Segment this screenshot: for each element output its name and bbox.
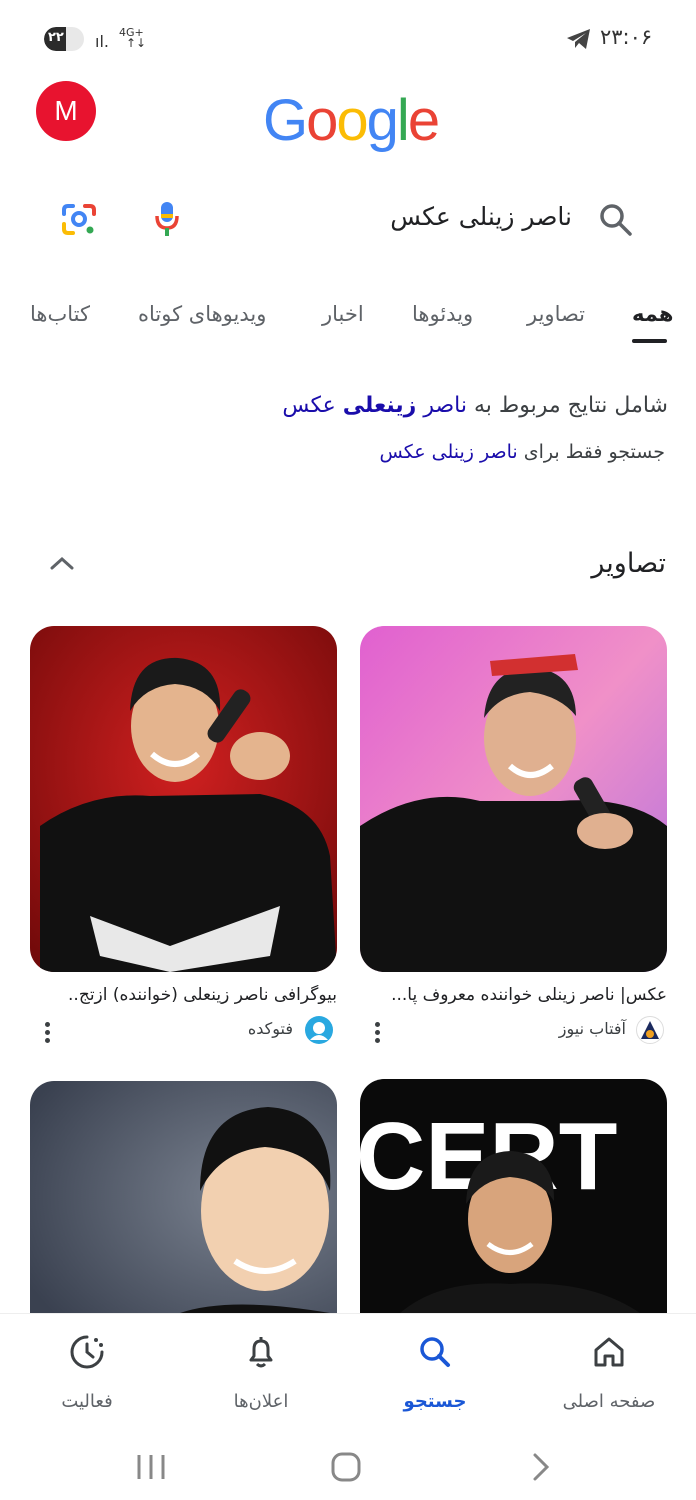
telegram-icon (566, 28, 592, 54)
signal-icon: ıl. (95, 32, 109, 51)
logo-letter: o (306, 88, 338, 153)
correction-prefix: شامل نتایج مربوط به (473, 393, 668, 418)
activity-icon (67, 1332, 107, 1376)
images-section-title: تصاویر (591, 548, 666, 579)
logo-letter: l (396, 88, 410, 153)
corrected-word: ناصر (423, 393, 467, 418)
image-result-source[interactable]: آفتاب نیوز (559, 1019, 626, 1038)
aftab-news-favicon (636, 1016, 664, 1044)
nav-home[interactable]: صفحه اصلی (522, 1314, 696, 1431)
nav-activity-label: فعالیت (61, 1391, 113, 1412)
nav-search[interactable]: جستجو (348, 1314, 522, 1431)
search-instead-prefix: جستجو فقط برای (523, 441, 665, 463)
logo-letter: G (263, 88, 308, 153)
tab-books[interactable]: کتاب‌ها (30, 302, 90, 326)
mic-icon[interactable] (152, 200, 182, 244)
tab-videos[interactable]: ویدئوها (412, 302, 473, 326)
logo-letter: o (336, 88, 368, 153)
back-icon[interactable] (530, 1452, 552, 1486)
status-bar: ۲۲ ıl. 4G+ ↑↓ ۲۳:۰۶ (0, 0, 696, 78)
tab-active-indicator (632, 339, 667, 343)
logo-letter: e (407, 88, 440, 153)
image-result-source[interactable]: فتوکده (248, 1019, 293, 1038)
battery-icon: ۲۲ (44, 27, 84, 51)
tab-short-videos[interactable]: ویدیوهای کوتاه (138, 302, 266, 326)
bell-icon (241, 1332, 281, 1376)
search-instead-for: جستجو فقط برای ناصر زینلی عکس (380, 441, 665, 463)
search-bar[interactable]: ناصر زینلی عکس (0, 180, 696, 260)
search-icon (415, 1332, 455, 1376)
tab-news[interactable]: اخبار (322, 302, 364, 326)
clock: ۲۳:۰۶ (600, 25, 653, 49)
showing-results-for: شامل نتایج مربوط به ناصر زینعلی عکس (282, 393, 668, 418)
nav-notifications[interactable]: اعلان‌ها (174, 1314, 348, 1431)
lens-icon[interactable] (60, 202, 98, 242)
fotokade-favicon (305, 1016, 333, 1044)
image-result[interactable] (360, 626, 667, 972)
more-options-icon[interactable] (371, 1022, 383, 1046)
search-tabs: همه تصاویر ویدئوها اخبار ویدیوهای کوتاه … (0, 290, 696, 350)
chevron-up-icon[interactable] (48, 553, 76, 577)
nav-search-label: جستجو (403, 1391, 467, 1412)
search-icon[interactable] (598, 202, 634, 242)
nav-notifications-label: اعلان‌ها (233, 1391, 289, 1412)
search-query[interactable]: ناصر زینلی عکس (390, 202, 572, 231)
logo-letter: g (366, 88, 399, 153)
original-query-link[interactable]: ناصر زینلی عکس (380, 441, 518, 463)
google-logo: Google (263, 86, 440, 156)
home-icon (589, 1332, 629, 1376)
more-options-icon[interactable] (41, 1022, 53, 1046)
image-result[interactable] (30, 1081, 337, 1313)
bottom-navigation: صفحه اصلی جستجو اعلان‌ها فعالیت (0, 1313, 696, 1430)
corrected-query-link[interactable]: ناصر زینعلی عکس (282, 393, 467, 418)
image-result-caption[interactable]: بیوگرافی ناصر زینعلی (خواننده) ازتج.. (30, 985, 337, 1005)
battery-text: ۲۲ (48, 30, 64, 45)
home-button-icon[interactable] (330, 1452, 362, 1486)
tab-images[interactable]: تصاویر (527, 302, 585, 326)
nav-home-label: صفحه اصلی (562, 1391, 656, 1412)
account-avatar[interactable]: M (36, 81, 96, 141)
corrected-word: عکس (282, 393, 336, 418)
recent-apps-icon[interactable] (134, 1452, 168, 1486)
image-result[interactable] (30, 626, 337, 972)
tab-all[interactable]: همه (632, 302, 673, 326)
network-activity-icon: ↑↓ (126, 36, 147, 50)
nav-activity[interactable]: فعالیت (0, 1314, 174, 1431)
image-result[interactable]: CERT (360, 1079, 667, 1313)
image-result-caption[interactable]: عکس| ناصر زینلی خواننده معروف پا... (360, 985, 667, 1005)
corrected-word: زینعلی (342, 393, 417, 418)
system-navigation-bar (0, 1430, 696, 1500)
